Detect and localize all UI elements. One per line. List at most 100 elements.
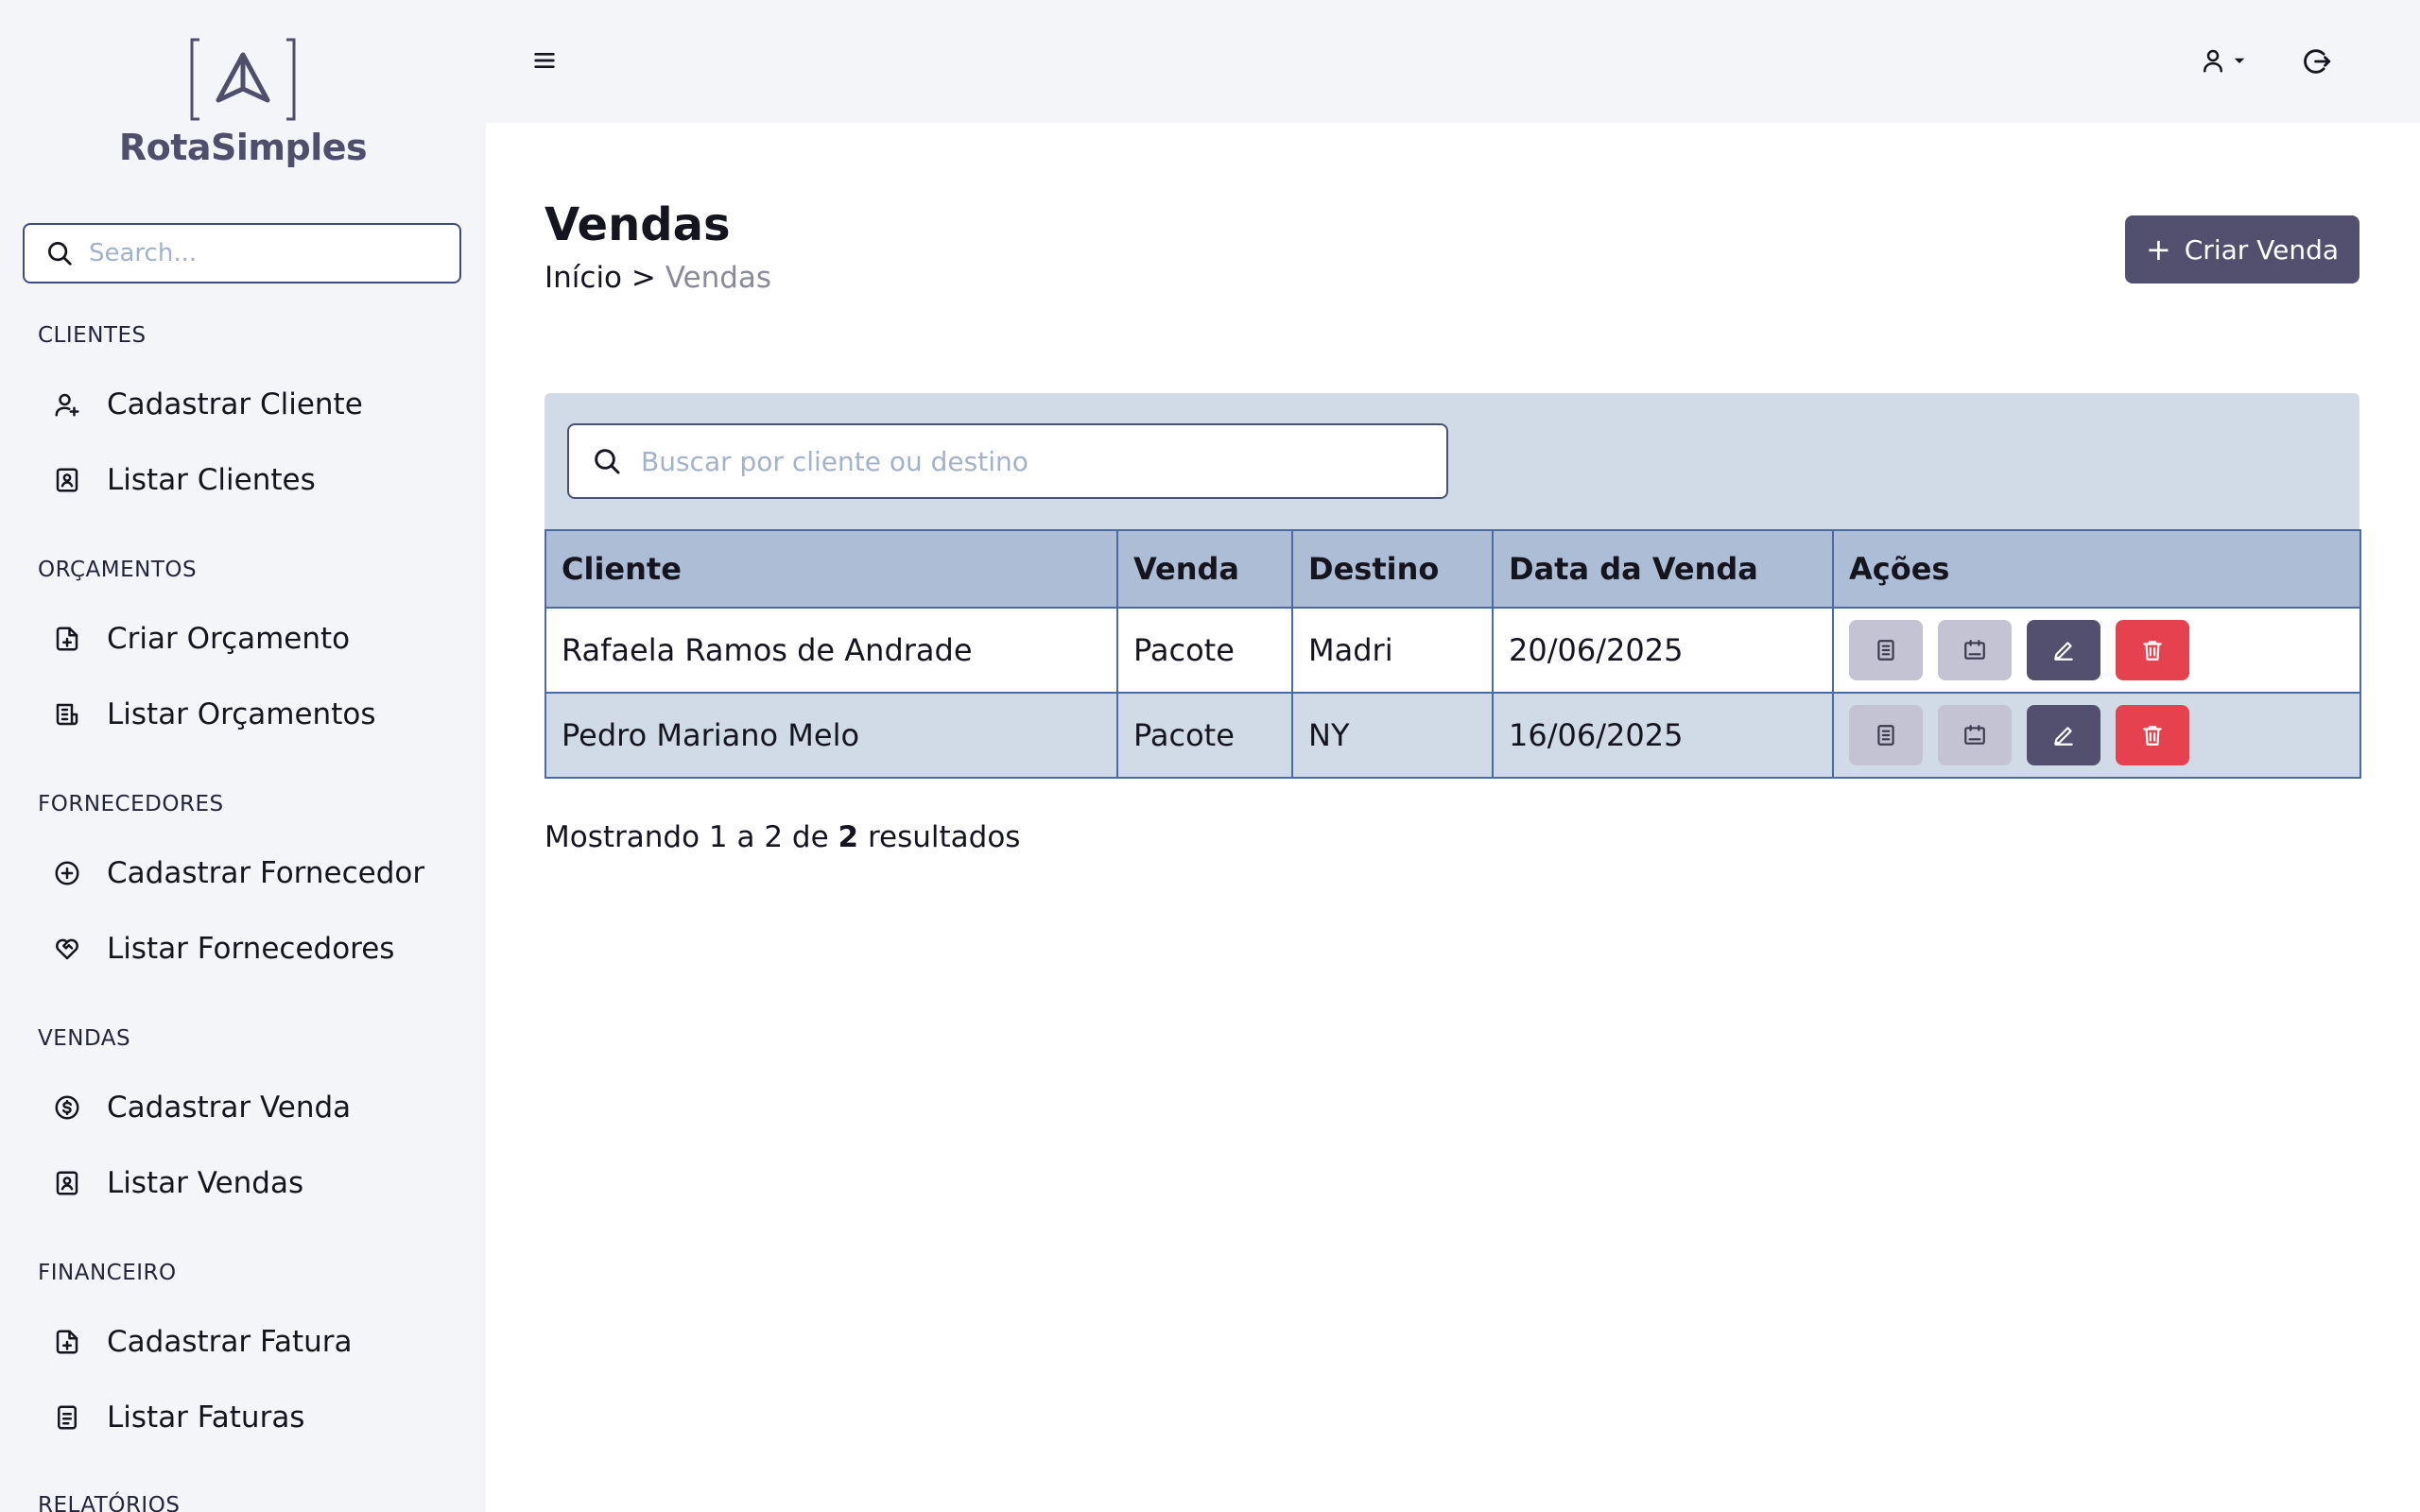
- results-prefix: Mostrando 1 a 2 de: [544, 820, 829, 854]
- section-title-vendas: VENDAS: [38, 1026, 131, 1051]
- edit-button[interactable]: [2027, 620, 2100, 680]
- cell-destino: Madri: [1291, 607, 1494, 694]
- column-header-acoes: Ações: [1832, 529, 2361, 609]
- trash-icon: [2143, 726, 2162, 746]
- row-actions: [1849, 620, 2344, 680]
- nav-listar-vendas[interactable]: Listar Vendas: [38, 1153, 454, 1213]
- search-icon: [48, 242, 72, 266]
- logo-icon: [190, 38, 296, 121]
- row-actions: [1849, 705, 2344, 765]
- nav-label: Cadastrar Venda: [107, 1091, 352, 1125]
- file-text-icon: [58, 1405, 77, 1430]
- view-button[interactable]: [1849, 620, 1923, 680]
- column-header-cliente: Cliente: [544, 529, 1118, 609]
- search-icon: [595, 449, 620, 474]
- brand-logo[interactable]: RotaSimples: [0, 34, 486, 168]
- nav-label: Listar Clientes: [107, 463, 316, 497]
- topbar: [486, 0, 2420, 123]
- breadcrumb: Início > Vendas: [544, 261, 771, 295]
- nav-label: Listar Fornecedores: [107, 932, 395, 966]
- pencil-icon: [2054, 727, 2073, 746]
- view-button[interactable]: [1849, 705, 1923, 765]
- section-title-financeiro: FINANCEIRO: [38, 1261, 177, 1285]
- ticket-icon: [1964, 640, 1985, 660]
- table-row: Pedro Mariano Melo Pacote NY 16/06/2025: [544, 692, 2361, 779]
- nav-cadastrar-cliente[interactable]: Cadastrar Cliente: [38, 374, 454, 435]
- file-plus-icon: [56, 627, 78, 651]
- sidebar: RotaSimples CLIENTES Cadastrar Cliente L…: [0, 0, 486, 1512]
- page-title: Vendas: [544, 198, 731, 251]
- table-search-input[interactable]: [641, 445, 1435, 477]
- delete-button[interactable]: [2116, 620, 2189, 680]
- delete-button[interactable]: [2116, 705, 2189, 765]
- dollar-circle-icon: [55, 1095, 79, 1120]
- file-list-icon: [56, 703, 78, 726]
- caret-down-icon: [2234, 58, 2245, 63]
- voucher-button[interactable]: [1938, 705, 2012, 765]
- table-header-row: Cliente Venda Destino Data da Venda Açõe…: [544, 529, 2361, 609]
- nav-listar-orcamentos[interactable]: Listar Orçamentos: [38, 684, 454, 745]
- section-title-clientes: CLIENTES: [38, 323, 147, 348]
- section-title-fornecedores: FORNECEDORES: [38, 792, 224, 816]
- cell-cliente: Pedro Mariano Melo: [544, 692, 1118, 779]
- hamburger-icon[interactable]: [529, 45, 560, 76]
- user-icon: [2204, 49, 2222, 73]
- cell-cliente: Rafaela Ramos de Andrade: [544, 607, 1118, 694]
- cell-venda: Pacote: [1116, 607, 1293, 694]
- breadcrumb-separator: >: [631, 261, 656, 295]
- results-suffix: resultados: [867, 820, 1021, 854]
- document-icon: [1877, 640, 1894, 661]
- trash-icon: [2143, 641, 2162, 661]
- column-header-data: Data da Venda: [1492, 529, 1834, 609]
- nav-listar-faturas[interactable]: Listar Faturas: [38, 1387, 454, 1448]
- nav-label: Cadastrar Fatura: [107, 1325, 353, 1359]
- nav-label: Cadastrar Cliente: [107, 387, 363, 421]
- nav-label: Listar Faturas: [107, 1400, 305, 1435]
- cell-data: 16/06/2025: [1492, 692, 1834, 779]
- breadcrumb-current: Vendas: [665, 261, 772, 295]
- sidebar-search-input[interactable]: [89, 239, 448, 267]
- edit-button[interactable]: [2027, 705, 2100, 765]
- nav-cadastrar-venda[interactable]: Cadastrar Venda: [38, 1077, 454, 1138]
- brand-name: RotaSimples: [118, 127, 368, 168]
- results-total: 2: [838, 820, 859, 854]
- document-icon: [1877, 725, 1894, 746]
- cell-acoes: [1832, 692, 2361, 779]
- breadcrumb-home[interactable]: Início: [544, 261, 622, 295]
- nav-cadastrar-fornecedor[interactable]: Cadastrar Fornecedor: [38, 843, 454, 903]
- circle-plus-icon: [55, 861, 79, 885]
- plus-icon: +: [2145, 232, 2171, 267]
- cell-venda: Pacote: [1116, 692, 1293, 779]
- create-venda-button[interactable]: + Criar Venda: [2125, 215, 2360, 284]
- table-row: Rafaela Ramos de Andrade Pacote Madri 20…: [544, 607, 2361, 694]
- cell-acoes: [1832, 607, 2361, 694]
- column-header-destino: Destino: [1291, 529, 1494, 609]
- nav-listar-fornecedores[interactable]: Listar Fornecedores: [38, 919, 454, 979]
- user-menu[interactable]: [2199, 43, 2256, 77]
- create-venda-label: Criar Venda: [2184, 233, 2340, 266]
- cell-destino: NY: [1291, 692, 1494, 779]
- results-summary: Mostrando 1 a 2 de 2 resultados: [544, 820, 1020, 854]
- file-plus-icon: [56, 1330, 78, 1354]
- sidebar-search: [23, 223, 461, 284]
- nav-criar-orcamento[interactable]: Criar Orçamento: [38, 609, 454, 669]
- contact-card-icon: [56, 1171, 78, 1195]
- table-search: [567, 423, 1448, 499]
- section-title-relatorios: RELATÓRIOS: [38, 1493, 181, 1512]
- contact-card-icon: [56, 468, 78, 492]
- ticket-icon: [1964, 725, 1985, 745]
- nav-label: Listar Orçamentos: [107, 697, 376, 731]
- section-title-orcamentos: ORÇAMENTOS: [38, 558, 198, 582]
- nav-label: Cadastrar Fornecedor: [107, 856, 425, 890]
- heart-handshake-icon: [56, 938, 78, 960]
- pencil-icon: [2054, 642, 2073, 661]
- cell-data: 20/06/2025: [1492, 607, 1834, 694]
- nav-listar-clientes[interactable]: Listar Clientes: [38, 450, 454, 510]
- nav-label: Listar Vendas: [107, 1166, 304, 1200]
- voucher-button[interactable]: [1938, 620, 2012, 680]
- nav-label: Criar Orçamento: [107, 622, 351, 656]
- nav-cadastrar-fatura[interactable]: Cadastrar Fatura: [38, 1312, 454, 1372]
- sales-table: Cliente Venda Destino Data da Venda Açõe…: [544, 529, 2361, 779]
- user-plus-icon: [55, 393, 79, 417]
- logout-icon[interactable]: [2301, 45, 2333, 77]
